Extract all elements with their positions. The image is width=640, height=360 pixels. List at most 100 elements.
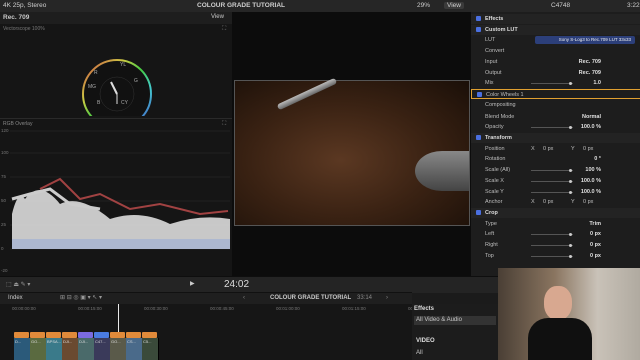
mark-cy: CY [121,100,128,106]
inspector-row[interactable]: Type Trim [471,219,640,229]
inspector-row[interactable]: Opacity 100.0 % [471,122,640,132]
inspector-row[interactable]: Custom LUT [471,24,640,35]
inspector-row[interactable]: LUT Sony S-Log3 to Rec.709 LUT 33x33 [471,35,640,45]
timeline-clip[interactable]: BPSA... [46,338,63,360]
clip-id: C4748 [551,2,571,9]
inspector-row[interactable]: Scale Y 100.0 % [471,187,640,197]
inspector-row[interactable]: Top 0 px [471,251,640,261]
row-label: Position [485,145,505,152]
row-value[interactable]: Rec. 709 [579,70,601,76]
inspector-row[interactable]: Effects [471,14,640,24]
viewer-view-button[interactable]: View [444,2,464,9]
row-value[interactable]: 100.0 % [581,124,601,130]
value-slider[interactable] [531,254,573,258]
zoom-select[interactable]: 29% [417,2,430,9]
row-label: Blend Mode [485,113,515,120]
inspector-row[interactable]: Input Rec. 709 [471,57,640,67]
enable-checkbox[interactable] [476,26,481,32]
slider-knob[interactable] [569,82,572,86]
inspector-row[interactable]: Scale (All) 100 % [471,165,640,175]
row-value[interactable]: 0 ° [594,156,601,162]
value-slider[interactable] [531,82,573,86]
inspector-row[interactable]: Left 0 px [471,229,640,239]
timeline-clip[interactable]: GO... [110,338,127,360]
forward-icon[interactable]: › [386,295,388,301]
row-value[interactable]: 100.0 % [581,178,601,184]
row-value[interactable]: 0 px [590,242,601,248]
index-button[interactable]: Index [8,295,23,301]
clip-name: CS... [127,339,136,344]
tool-icons[interactable]: ⬚ ⏏ ✎ ▾ [6,281,30,288]
effects-all[interactable]: All [416,350,423,356]
row-value[interactable]: 100 % [585,167,601,173]
inspector-row[interactable]: Right 0 px [471,240,640,250]
inspector-row[interactable]: Compositing [471,100,640,110]
row-value[interactable]: Normal [582,114,601,120]
enable-checkbox[interactable] [476,135,481,140]
row-value[interactable]: Trim [589,221,601,227]
inspector-row[interactable]: Output Rec. 709 [471,68,640,78]
inspector-row[interactable]: Crop [471,207,640,218]
inspector-row[interactable]: Rotation 0 ° [471,154,640,164]
row-label: Convert [485,48,505,55]
edit-tools[interactable]: ⊞ ⊟ ◎ ▣ ▾ ↖ ▾ [60,294,102,301]
timeline-clip[interactable]: GO... [30,338,47,360]
timeline-clip[interactable]: DJI... [78,338,95,360]
inspector-row[interactable]: Mix 1.0 [471,78,640,88]
effects-title: Effects [414,306,435,312]
slider-knob[interactable] [569,254,572,258]
slider-knob[interactable] [569,190,572,194]
value-slider[interactable] [531,169,573,173]
mark-mg: MG [88,84,97,90]
viewer-frame [234,77,470,226]
enable-checkbox[interactable] [476,16,481,21]
inspector-row[interactable]: Transform [471,133,640,143]
x-value[interactable]: 0 px [543,146,553,152]
timeline-project: COLOUR GRADE TUTORIAL [270,295,352,301]
row-label: Custom LUT [485,26,518,33]
inspector-row[interactable]: Blend Mode Normal [471,112,640,122]
enable-checkbox[interactable] [476,209,481,215]
slider-knob[interactable] [569,244,572,247]
inspector-row[interactable]: Color Wheels 1 [471,88,640,99]
inspector-row[interactable]: Convert [471,46,640,56]
row-value[interactable]: 100.0 % [581,189,601,195]
y-value[interactable]: 0 px [583,146,593,152]
value-slider[interactable] [531,126,573,130]
slider-knob[interactable] [569,179,572,183]
y-value[interactable]: 0 px [583,199,593,205]
inspector-row[interactable]: Anchor X 0 px Y 0 px [471,197,640,207]
play-icon[interactable]: ▶ [190,280,195,287]
effects-category-selected[interactable]: All Video & Audio [414,316,496,325]
ruler-tick: 00:00:30:00 [144,306,168,311]
row-value[interactable]: Rec. 709 [579,59,601,65]
clip-name: DJI... [79,339,89,344]
value-slider[interactable] [531,179,573,183]
back-icon[interactable]: ‹ [243,295,245,301]
inspector-row[interactable]: Scale X 100.0 % [471,176,640,186]
row-label: Left [485,231,495,238]
clip-name: D... [15,339,22,344]
row-label: Transform [485,135,512,141]
timeline-clip[interactable]: C47... [94,338,111,360]
timeline-clip[interactable]: CS... [126,338,143,360]
timeline-clip[interactable]: DJI... [62,338,79,360]
timeline[interactable]: 00:00:00:00 00:00:15:00 00:00:30:00 00:00:4… [0,304,432,360]
row-value[interactable]: 0 px [590,253,601,259]
slider-knob[interactable] [569,233,572,237]
value-slider[interactable] [531,190,573,194]
value-slider[interactable] [531,233,573,237]
enable-checkbox[interactable] [477,91,482,97]
rgb-overlay: RGB Overlay ⛶ 120 100 75 50 25 0 -20 [0,118,232,277]
slider-knob[interactable] [569,169,572,173]
row-value[interactable]: 0 px [590,231,601,237]
timeline-clip[interactable]: D... [14,338,31,360]
slider-knob[interactable] [569,126,572,130]
inspector-row[interactable]: Position X 0 px Y 0 px [471,144,640,154]
value-slider[interactable] [531,244,573,247]
row-value[interactable]: 1.0 [593,80,601,86]
x-value[interactable]: 0 px [543,199,553,205]
timeline-clip[interactable]: C5... [142,338,159,360]
scopes-view-button[interactable]: View [211,14,224,20]
drum-wall [415,151,469,191]
